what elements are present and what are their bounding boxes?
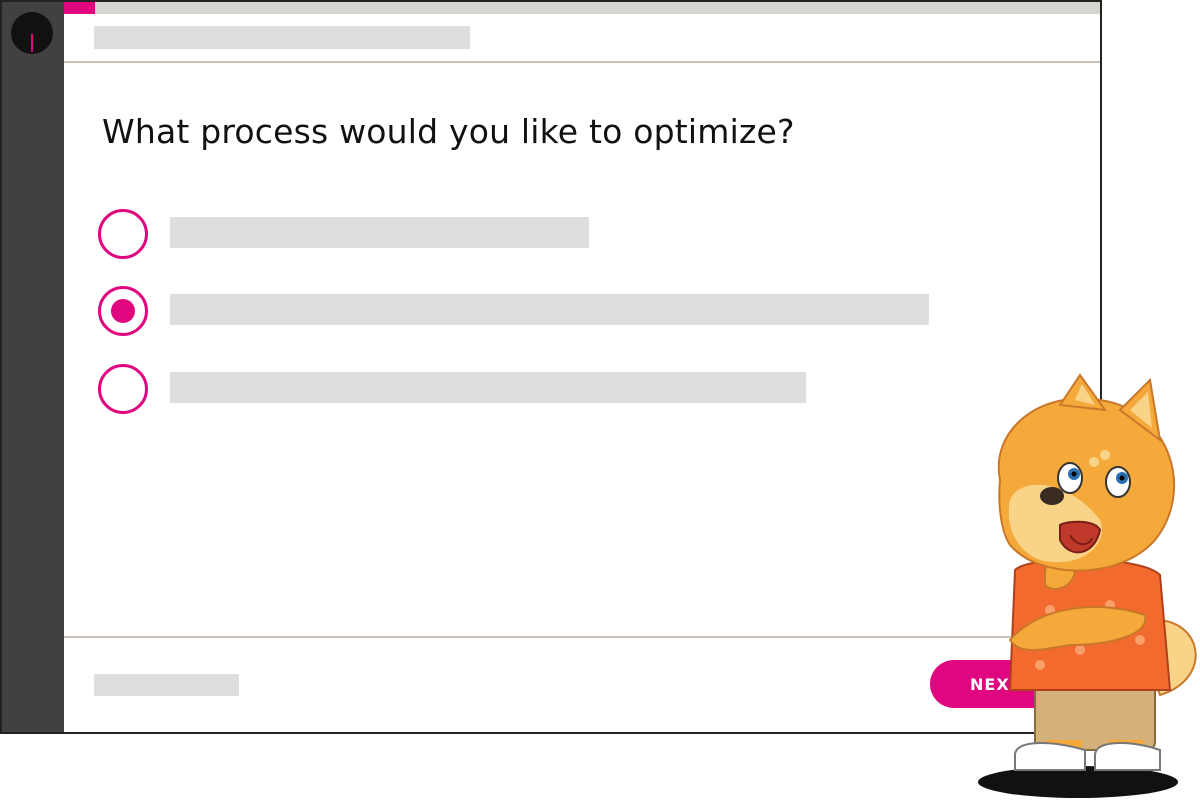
radio-selected-dot bbox=[111, 299, 135, 323]
shiba-dog-mascot-icon bbox=[978, 373, 1197, 798]
logo-mark bbox=[31, 34, 33, 52]
option-1[interactable] bbox=[98, 209, 598, 261]
sidebar bbox=[2, 2, 64, 732]
footer-text-placeholder bbox=[94, 674, 239, 696]
progress-bar bbox=[64, 2, 1100, 14]
option-3[interactable] bbox=[98, 364, 818, 416]
progress-fill bbox=[64, 2, 96, 14]
question-title: What process would you like to optimize? bbox=[102, 112, 795, 151]
option-1-label-placeholder bbox=[170, 217, 589, 248]
logo-icon bbox=[11, 12, 53, 54]
header-title-placeholder bbox=[94, 26, 470, 49]
radio-button-3[interactable] bbox=[98, 364, 148, 414]
radio-button-1[interactable] bbox=[98, 209, 148, 259]
option-2-label-placeholder bbox=[170, 294, 929, 325]
header bbox=[64, 14, 1100, 63]
radio-button-2[interactable] bbox=[98, 286, 148, 336]
option-3-label-placeholder bbox=[170, 372, 806, 403]
option-2[interactable] bbox=[98, 286, 938, 338]
